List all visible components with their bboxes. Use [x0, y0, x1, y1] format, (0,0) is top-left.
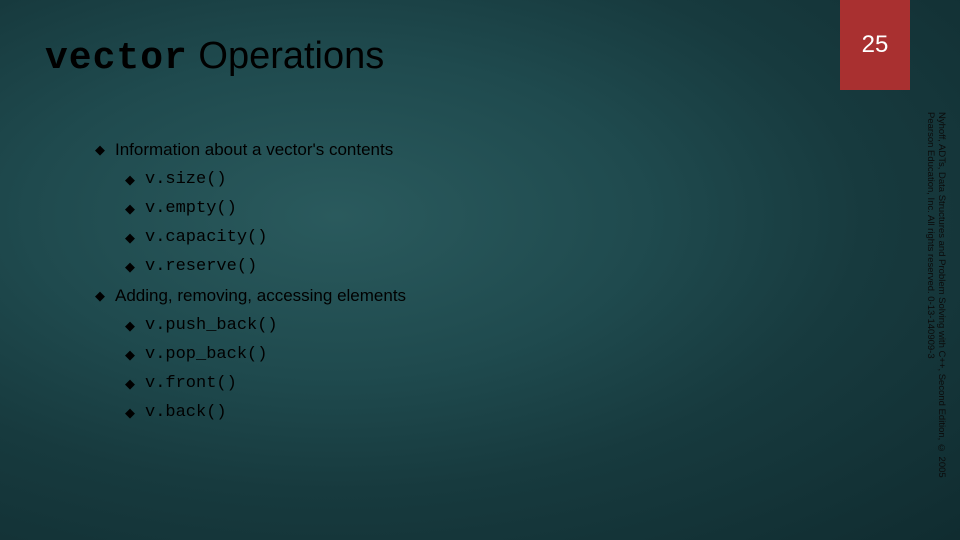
diamond-bullet-icon: ◆: [125, 347, 135, 363]
bullet-row: ◆ v.push_back(): [125, 316, 406, 335]
page-number-badge: 25: [840, 0, 910, 90]
bullet-text: v.capacity(): [145, 228, 267, 247]
bullet-row: ◆ v.back(): [125, 403, 406, 422]
page-number: 25: [862, 31, 889, 59]
bullet-row: ◆ Adding, removing, accessing elements: [95, 286, 406, 306]
diamond-bullet-icon: ◆: [125, 376, 135, 392]
diamond-bullet-icon: ◆: [95, 288, 105, 304]
title-code-word: vector: [45, 37, 188, 80]
diamond-bullet-icon: ◆: [125, 230, 135, 246]
diamond-bullet-icon: ◆: [125, 172, 135, 188]
bullet-row: ◆ v.reserve(): [125, 257, 406, 276]
bullet-row: ◆ Information about a vector's contents: [95, 140, 406, 160]
bullet-row: ◆ v.size(): [125, 170, 406, 189]
bullet-text: v.empty(): [145, 199, 237, 218]
bullet-text: v.front(): [145, 374, 237, 393]
bullet-text: v.pop_back(): [145, 345, 267, 364]
slide-body: ◆ Information about a vector's contents ◆ v…: [95, 140, 406, 432]
bullet-row: ◆ v.pop_back(): [125, 345, 406, 364]
bullet-text: Adding, removing, accessing elements: [115, 286, 406, 306]
attribution-text: Nyhoff, ADTs, Data Structures and Proble…: [916, 112, 946, 492]
bullet-text: v.back(): [145, 403, 227, 422]
title-rest: Operations: [188, 35, 384, 77]
bullet-text: v.reserve(): [145, 257, 257, 276]
bullet-text: v.size(): [145, 170, 227, 189]
diamond-bullet-icon: ◆: [95, 142, 105, 158]
diamond-bullet-icon: ◆: [125, 405, 135, 421]
diamond-bullet-icon: ◆: [125, 201, 135, 217]
diamond-bullet-icon: ◆: [125, 259, 135, 275]
bullet-text: Information about a vector's contents: [115, 140, 393, 160]
bullet-row: ◆ v.front(): [125, 374, 406, 393]
slide-title: vector Operations: [45, 35, 384, 80]
bullet-row: ◆ v.empty(): [125, 199, 406, 218]
bullet-text: v.push_back(): [145, 316, 278, 335]
bullet-row: ◆ v.capacity(): [125, 228, 406, 247]
diamond-bullet-icon: ◆: [125, 318, 135, 334]
